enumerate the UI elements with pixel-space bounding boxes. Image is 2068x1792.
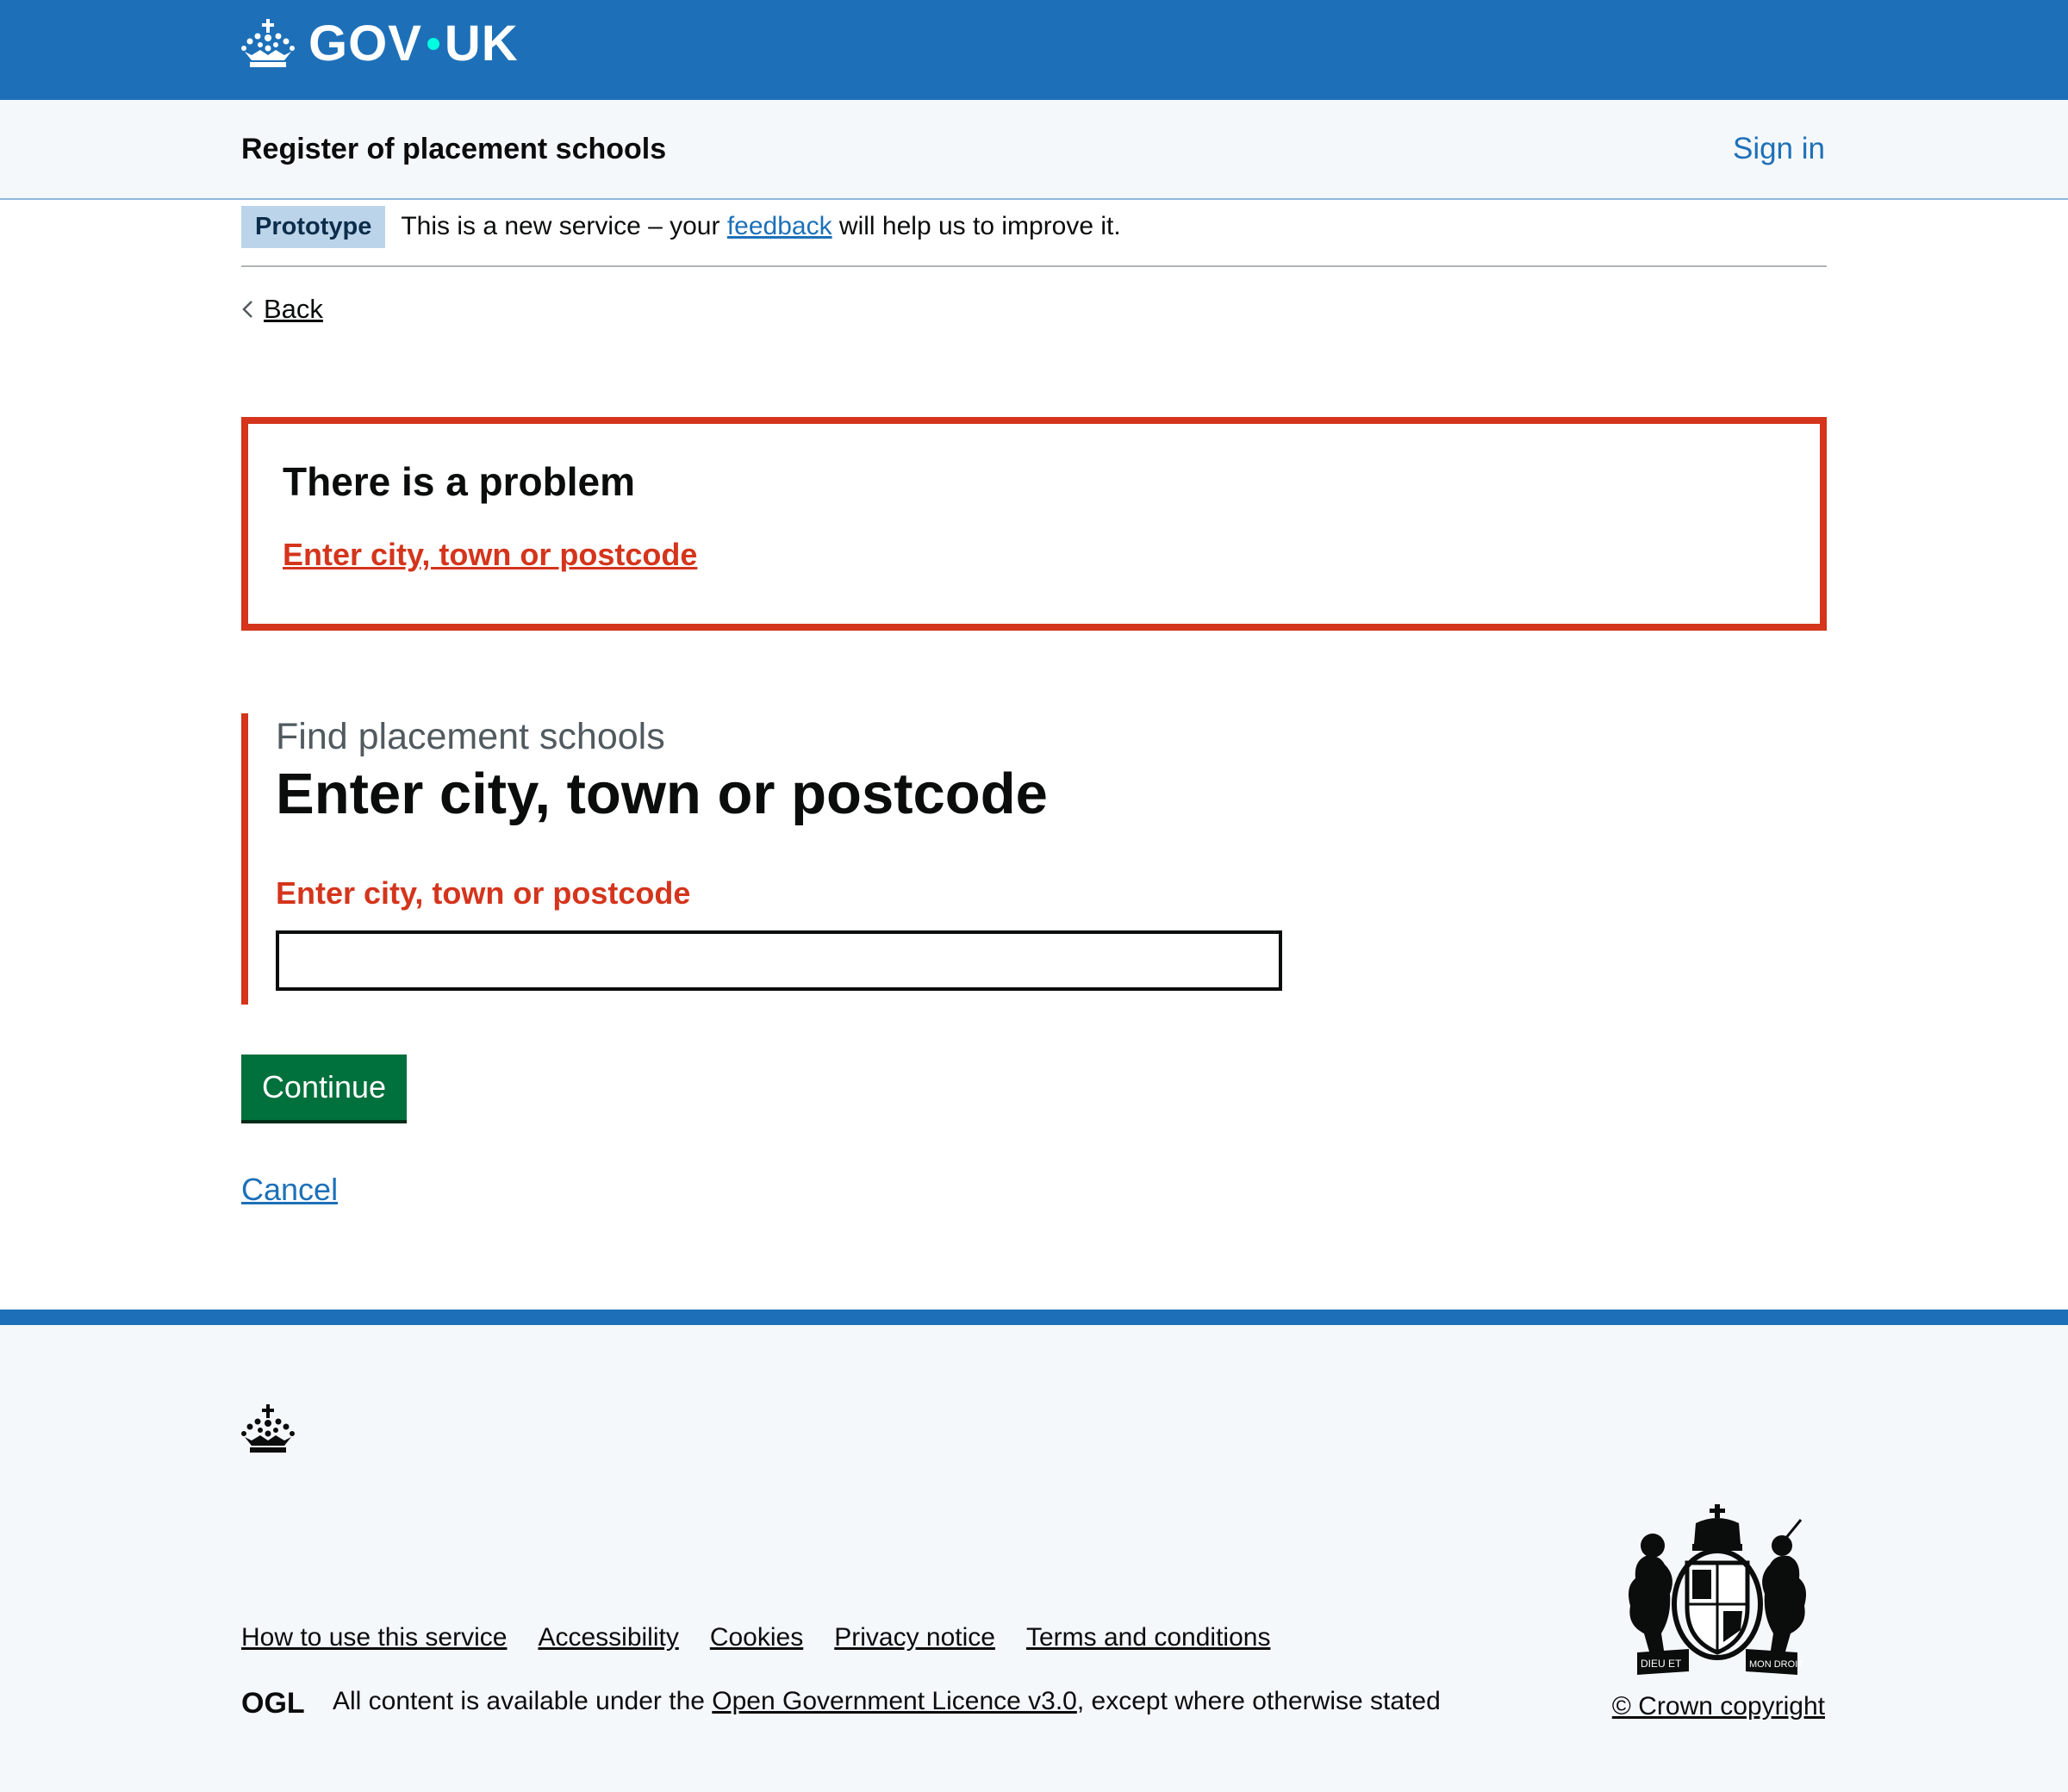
footer-link-cookies[interactable]: Cookies	[710, 1623, 803, 1652]
location-input[interactable]	[276, 930, 1282, 992]
royal-coat-of-arms-icon: DIEU ET MON DROIT	[1629, 1504, 1806, 1675]
phase-text-after: will help us to improve it.	[832, 212, 1121, 240]
crown-icon	[241, 1404, 295, 1453]
phase-banner: Prototype This is a new service – your f…	[241, 200, 1827, 267]
govuk-header: GOV UK	[0, 0, 2068, 100]
footer-link-terms[interactable]: Terms and conditions	[1026, 1623, 1270, 1652]
feedback-link[interactable]: feedback	[727, 212, 832, 240]
logo-dot	[427, 38, 439, 50]
licence-text-after: , except where otherwise stated	[1076, 1687, 1441, 1715]
page-caption: Find placement schools	[276, 716, 665, 757]
crown-copyright-link[interactable]: © Crown copyright	[1612, 1692, 1825, 1721]
licence-row: OGL All content is available under the O…	[241, 1687, 1441, 1716]
licence-text: All content is available under the Open …	[333, 1687, 1441, 1716]
back-link-wrapper: Back	[241, 291, 1827, 327]
form-group-error: Find placement schools Enter city, town …	[241, 713, 1827, 1005]
service-name-link[interactable]: Register of placement schools	[241, 100, 666, 198]
phase-tag: Prototype	[241, 205, 386, 248]
service-navigation: Register of placement schools Sign in	[0, 100, 2068, 200]
govuk-wordmark: GOV UK	[308, 19, 519, 69]
back-link[interactable]: Back	[264, 294, 323, 325]
svg-text:MON DROIT: MON DROIT	[1749, 1659, 1803, 1670]
page-title: Enter city, town or postcode	[276, 762, 1048, 827]
footer-link-how-to-use[interactable]: How to use this service	[241, 1623, 507, 1652]
continue-button[interactable]: Continue	[241, 1055, 407, 1120]
crown-icon	[241, 19, 295, 67]
phase-text-before: This is a new service – your	[401, 212, 727, 240]
error-summary-title: There is a problem	[283, 459, 636, 504]
ogl-logo-icon: OGL	[241, 1688, 305, 1715]
error-summary-link[interactable]: Enter city, town or postcode	[283, 537, 697, 572]
logo-text-uk: UK	[444, 16, 519, 72]
footer-link-accessibility[interactable]: Accessibility	[538, 1623, 678, 1652]
sign-in-link[interactable]: Sign in	[1733, 100, 1825, 198]
footer-links: How to use this service Accessibility Co…	[241, 1623, 1270, 1652]
footer-link-privacy[interactable]: Privacy notice	[834, 1623, 995, 1652]
error-summary: There is a problem Enter city, town or p…	[241, 417, 1827, 631]
logo-text-gov: GOV	[308, 16, 422, 72]
ogl-licence-link[interactable]: Open Government Licence v3.0	[712, 1687, 1077, 1715]
cancel-link[interactable]: Cancel	[241, 1172, 338, 1208]
footer: How to use this service Accessibility Co…	[0, 1310, 2068, 1792]
field-error-message: Enter city, town or postcode	[276, 875, 691, 912]
licence-text-before: All content is available under the	[333, 1687, 713, 1715]
govuk-logo-link[interactable]: GOV UK	[241, 19, 519, 69]
svg-text:DIEU ET: DIEU ET	[1641, 1658, 1682, 1670]
phase-banner-text: This is a new service – your feedback wi…	[401, 212, 1120, 241]
chevron-left-icon	[242, 301, 252, 318]
svg-text:OGL: OGL	[241, 1688, 305, 1715]
